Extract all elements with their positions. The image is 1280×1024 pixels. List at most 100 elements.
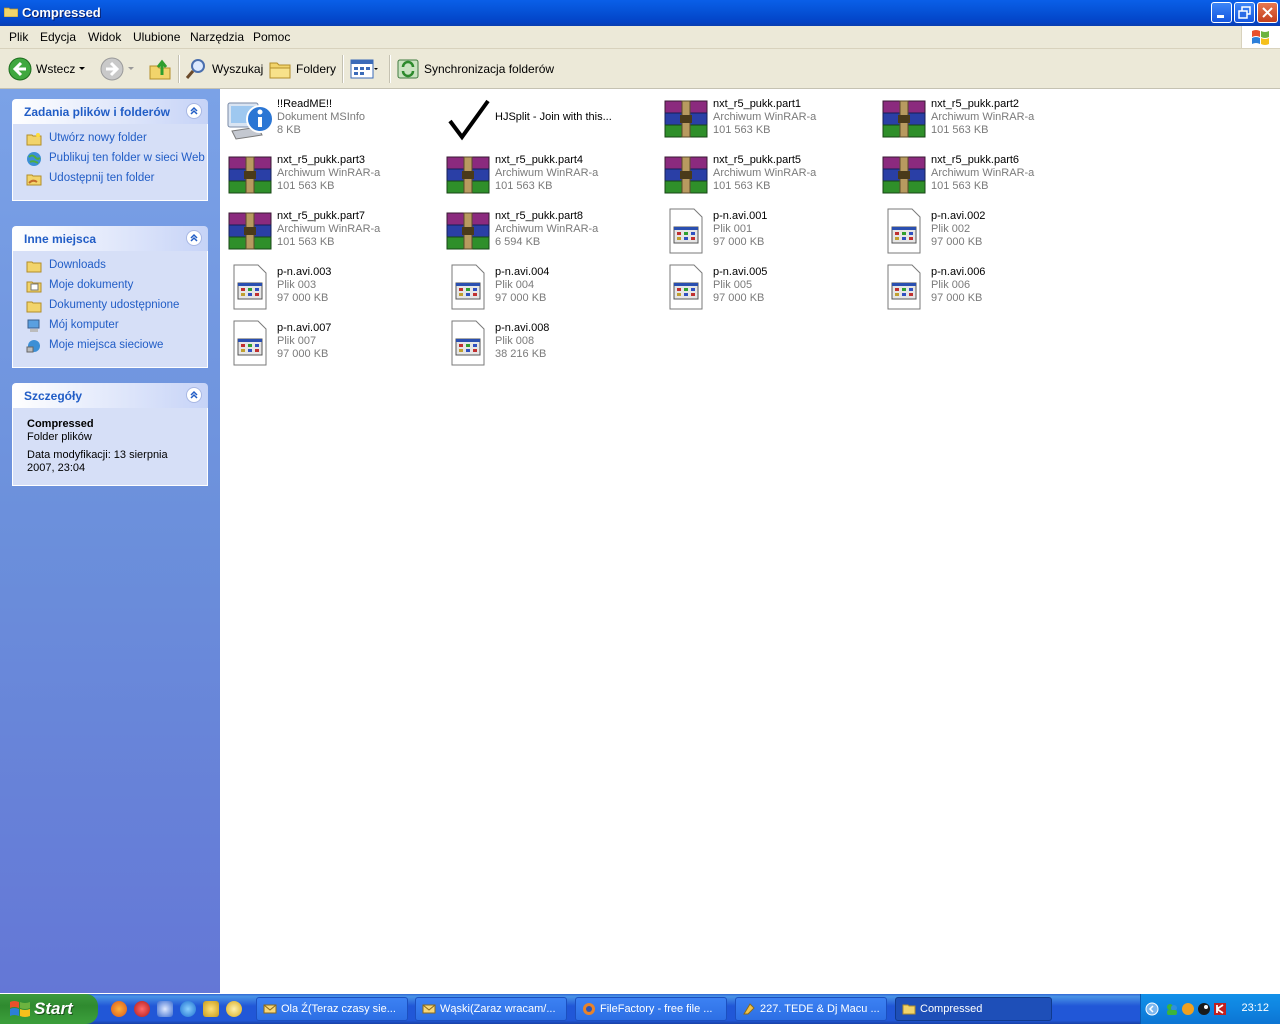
views-button[interactable]: [350, 49, 378, 88]
file-item[interactable]: p-n.avi.001 Plik 001 97 000 KB: [656, 203, 866, 257]
search-button[interactable]: Wyszukaj: [184, 49, 263, 88]
task-publish-web[interactable]: Publikuj ten folder w sieci Web: [13, 152, 207, 166]
file-item[interactable]: nxt_r5_pukk.part3 Archiwum WinRAR-a 101 …: [220, 147, 430, 201]
generic-file-icon: [669, 264, 703, 310]
other-places-header[interactable]: Inne miejsca: [12, 226, 208, 251]
kaspersky-icon[interactable]: [1213, 1002, 1227, 1016]
sync-folders-button[interactable]: Synchronizacja folderów: [396, 49, 554, 88]
folders-label: Foldery: [296, 61, 337, 76]
generic-file-icon: [233, 320, 267, 366]
file-item[interactable]: !!ReadME!! Dokument MSInfo 8 KB: [220, 91, 430, 145]
audio-icon[interactable]: [226, 1001, 242, 1017]
file-item[interactable]: p-n.avi.004 Plik 004 97 000 KB: [438, 259, 648, 313]
up-folder-button[interactable]: [148, 49, 172, 88]
mail-icon: [422, 1004, 436, 1014]
forward-button[interactable]: [100, 49, 138, 88]
menu-favorites[interactable]: Ulubione: [133, 30, 180, 44]
ie-icon[interactable]: [180, 1001, 196, 1017]
new-folder-icon: [26, 133, 42, 146]
file-item[interactable]: nxt_r5_pukk.part2 Archiwum WinRAR-a 101 …: [874, 91, 1084, 145]
file-tasks-title: Zadania plików i folderów: [24, 105, 171, 119]
place-shared-documents[interactable]: Dokumenty udostępnione: [13, 299, 207, 313]
place-network[interactable]: Moje miejsca sieciowe: [13, 339, 207, 353]
file-item[interactable]: nxt_r5_pukk.part4 Archiwum WinRAR-a 101 …: [438, 147, 648, 201]
place-downloads[interactable]: Downloads: [13, 259, 207, 273]
media-icon[interactable]: [157, 1001, 173, 1017]
generic-file-icon: [451, 264, 485, 310]
place-my-documents[interactable]: Moje dokumenty: [13, 279, 207, 293]
opera-icon[interactable]: [134, 1001, 150, 1017]
taskbar-item[interactable]: Ola Ź(Teraz czasy sie...: [256, 997, 408, 1021]
folders-button[interactable]: Foldery: [268, 49, 336, 88]
task-new-folder[interactable]: Utwórz nowy folder: [13, 132, 207, 146]
winrar-icon: [228, 156, 272, 194]
place-my-computer[interactable]: Mój komputer: [13, 319, 207, 332]
file-item[interactable]: nxt_r5_pukk.part1 Archiwum WinRAR-a 101 …: [656, 91, 866, 145]
taskbar-item-active[interactable]: Compressed: [895, 997, 1052, 1021]
windows-logo-icon: [1241, 26, 1280, 48]
collapse-icon[interactable]: [186, 230, 202, 246]
antivirus-icon[interactable]: [1181, 1002, 1195, 1016]
title-bar[interactable]: Compressed: [0, 0, 1280, 26]
details-header[interactable]: Szczegóły: [12, 383, 208, 408]
taskbar-item[interactable]: 227. TEDE & Dj Macu ...: [735, 997, 887, 1021]
file-item[interactable]: HJSplit - Join with this...: [438, 91, 648, 145]
firefox-icon[interactable]: [111, 1001, 127, 1017]
menu-edit[interactable]: Edycja: [40, 30, 76, 44]
details-panel: Szczegóły Compressed Folder plików Data …: [12, 383, 208, 486]
folder-icon: [902, 1004, 916, 1015]
menu-file[interactable]: Plik: [9, 30, 28, 44]
close-button[interactable]: [1257, 2, 1278, 23]
file-item[interactable]: p-n.avi.005 Plik 005 97 000 KB: [656, 259, 866, 313]
file-item[interactable]: p-n.avi.002 Plik 002 97 000 KB: [874, 203, 1084, 257]
collapse-icon[interactable]: [186, 103, 202, 119]
shared-documents-icon: [26, 301, 42, 313]
menu-view[interactable]: Widok: [88, 30, 121, 44]
mail-icon: [263, 1004, 277, 1014]
file-item[interactable]: p-n.avi.007 Plik 007 97 000 KB: [220, 315, 430, 369]
steam-icon[interactable]: [1197, 1002, 1211, 1016]
documents-icon: [26, 281, 42, 293]
menu-tools[interactable]: Narzędzia: [190, 30, 244, 44]
winrar-icon: [446, 156, 490, 194]
file-item[interactable]: nxt_r5_pukk.part7 Archiwum WinRAR-a 101 …: [220, 203, 430, 257]
task-share-folder[interactable]: Udostępnij ten folder: [13, 172, 207, 186]
winamp-icon: [743, 1003, 755, 1015]
file-item[interactable]: p-n.avi.006 Plik 006 97 000 KB: [874, 259, 1084, 313]
other-places-panel: Inne miejsca Downloads Moje dokumenty Do…: [12, 226, 208, 368]
winrar-icon: [664, 100, 708, 138]
winrar-icon: [446, 212, 490, 250]
share-folder-icon: [26, 174, 42, 186]
firefox-icon: [583, 1003, 595, 1015]
winrar-icon: [664, 156, 708, 194]
taskbar-item[interactable]: FileFactory - free file ...: [575, 997, 727, 1021]
toolbar: Wstecz Wyszukaj Foldery Synchronizacja f…: [0, 49, 1280, 89]
clock: 23:12: [1241, 1002, 1269, 1014]
menu-bar: Plik Edycja Widok Ulubione Narzędzia Pom…: [0, 26, 1280, 49]
chevron-left-icon[interactable]: [1145, 1002, 1159, 1016]
chevron-down-icon: [79, 66, 86, 70]
winamp-icon[interactable]: [203, 1001, 219, 1017]
views-icon: [350, 59, 378, 78]
menu-help[interactable]: Pomoc: [253, 30, 290, 44]
collapse-icon[interactable]: [186, 387, 202, 403]
taskbar: Start Ola Ź(Teraz czasy sie... Wąski(Zar…: [0, 994, 1280, 1024]
up-folder-icon: [149, 59, 171, 79]
sync-icon: [397, 59, 419, 78]
back-button[interactable]: Wstecz: [8, 49, 89, 88]
generic-file-icon: [887, 264, 921, 310]
forward-arrow-icon: [100, 57, 124, 80]
sync-label: Synchronizacja folderów: [424, 61, 555, 76]
minimize-button[interactable]: [1211, 2, 1232, 23]
file-item[interactable]: p-n.avi.003 Plik 003 97 000 KB: [220, 259, 430, 313]
file-item[interactable]: nxt_r5_pukk.part5 Archiwum WinRAR-a 101 …: [656, 147, 866, 201]
back-label: Wstecz: [36, 61, 76, 76]
start-button[interactable]: Start: [0, 994, 98, 1024]
restore-button[interactable]: [1234, 2, 1255, 23]
file-item[interactable]: p-n.avi.008 Plik 008 38 216 KB: [438, 315, 648, 369]
taskbar-item[interactable]: Wąski(Zaraz wracam/...: [415, 997, 567, 1021]
file-item[interactable]: nxt_r5_pukk.part6 Archiwum WinRAR-a 101 …: [874, 147, 1084, 201]
file-tasks-header[interactable]: Zadania plików i folderów: [12, 99, 208, 124]
messenger-icon[interactable]: [1165, 1002, 1179, 1016]
file-item[interactable]: nxt_r5_pukk.part8 Archiwum WinRAR-a 6 59…: [438, 203, 648, 257]
